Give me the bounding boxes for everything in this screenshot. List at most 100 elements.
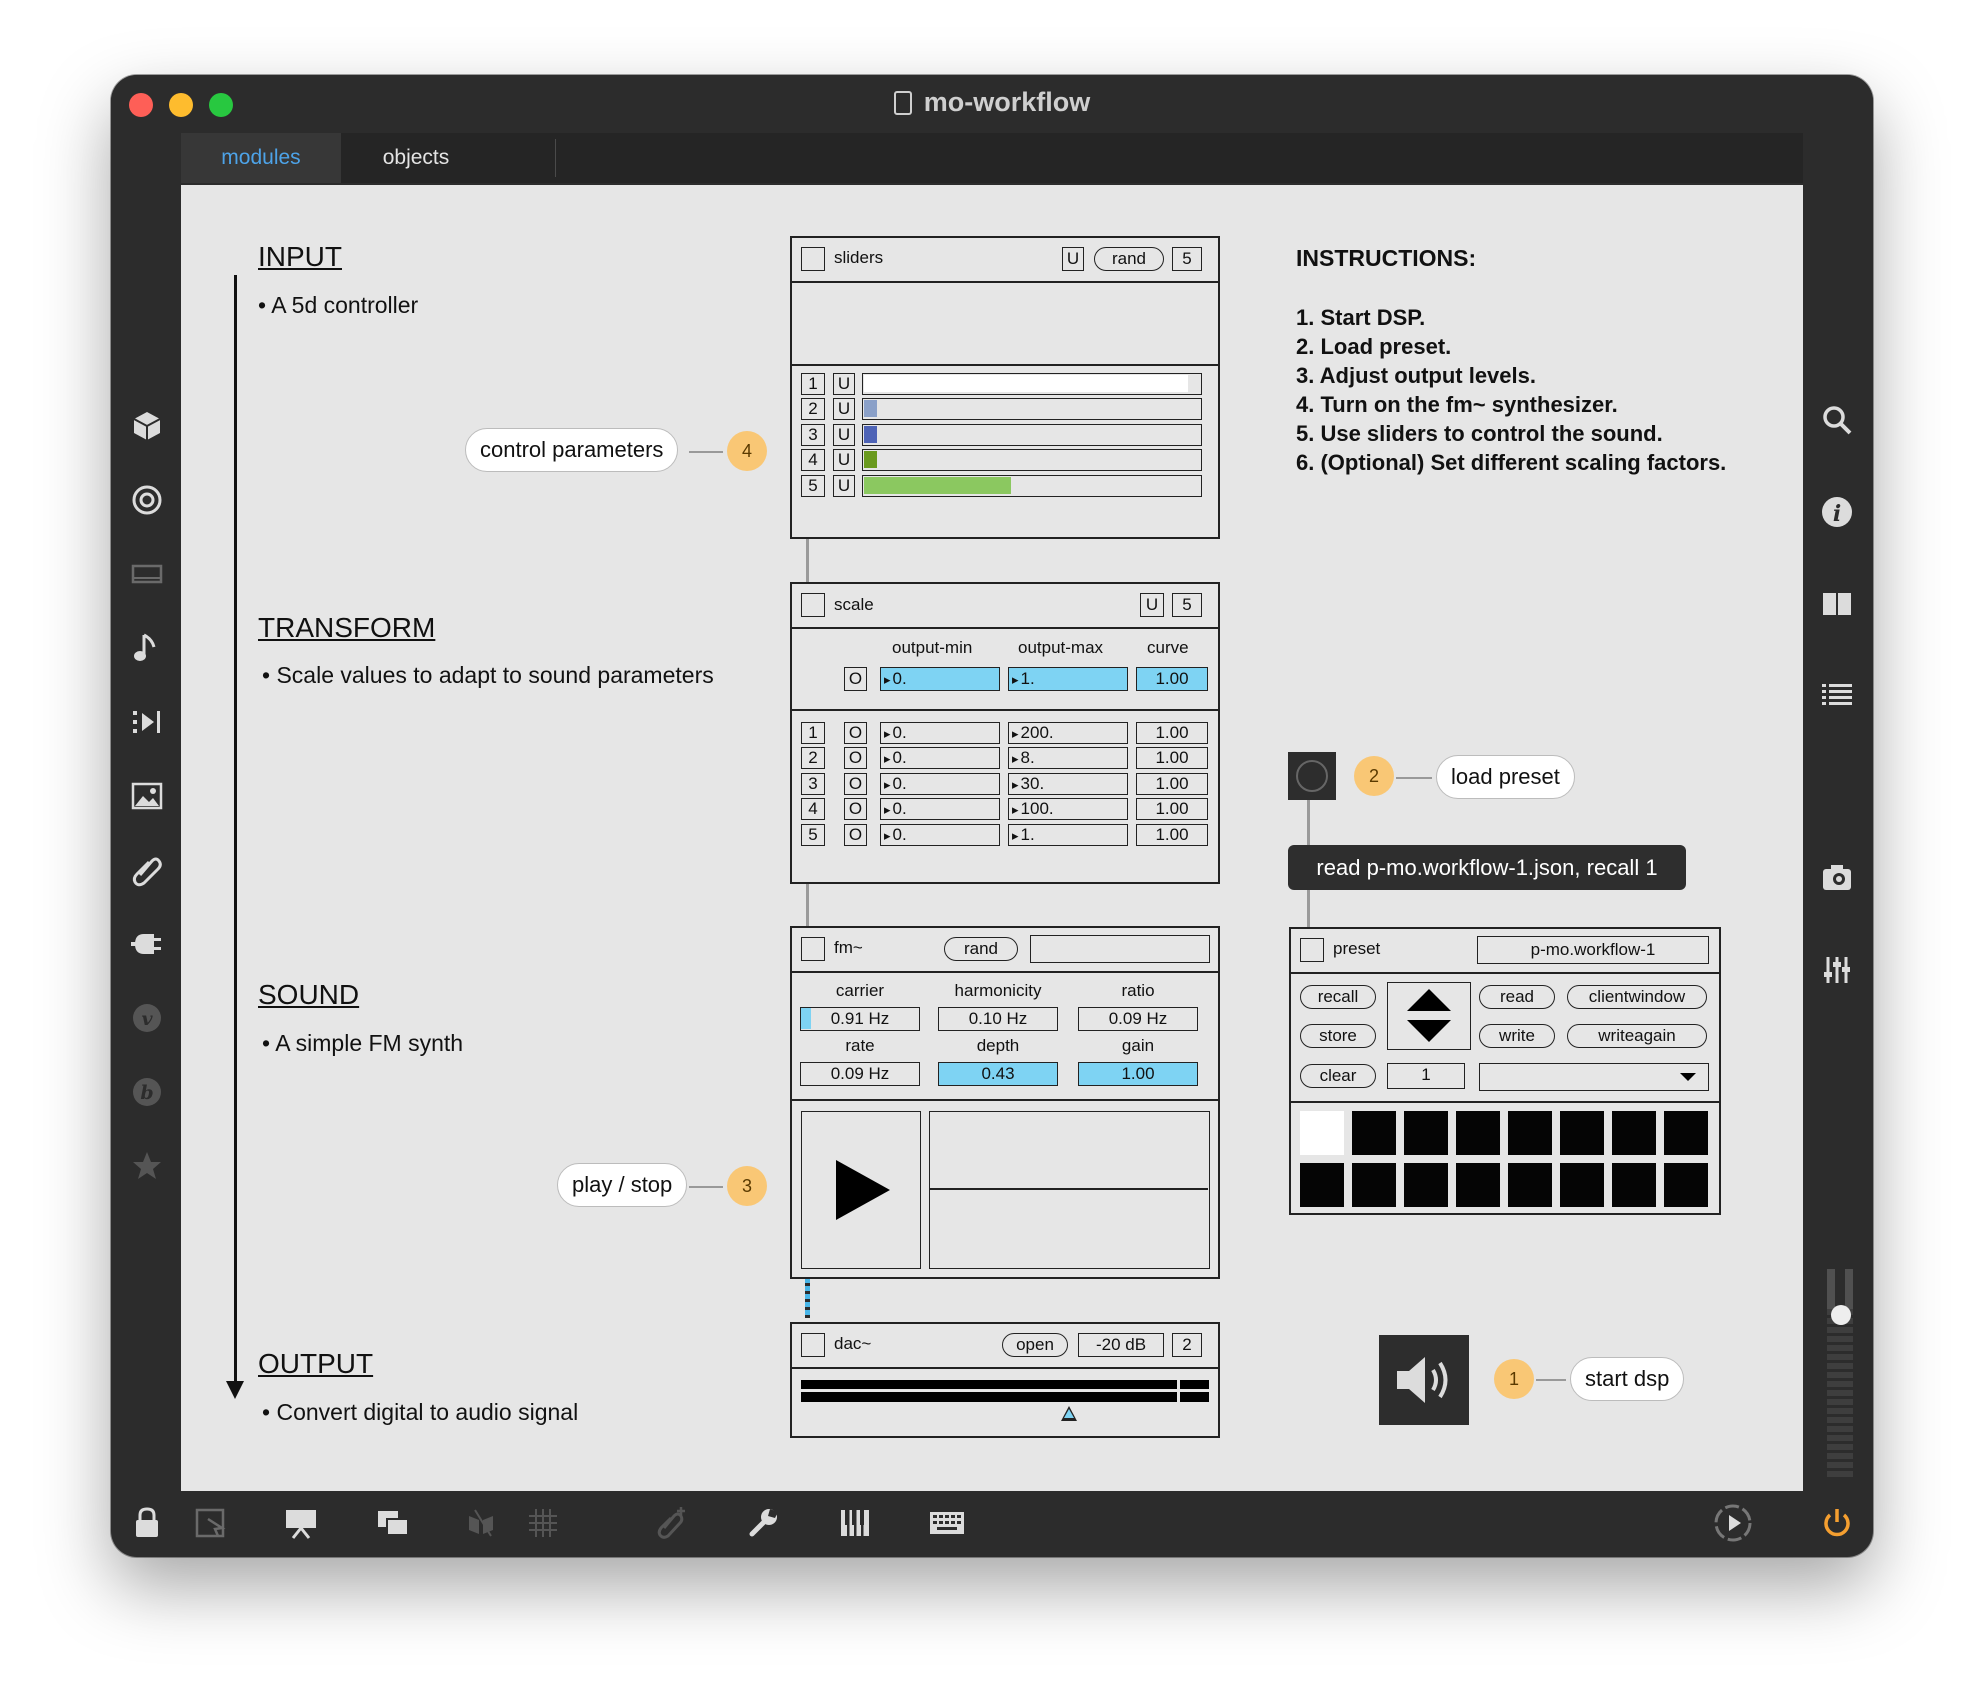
slider-bar[interactable]: [862, 423, 1202, 446]
carrier-field[interactable]: 0.91 Hz: [800, 1007, 920, 1031]
scale-row-o-button[interactable]: O: [844, 823, 867, 846]
mixer-icon[interactable]: [1815, 948, 1859, 992]
power-icon[interactable]: [1815, 1501, 1859, 1545]
presentation-icon[interactable]: [279, 1501, 323, 1545]
piano-keys-icon[interactable]: [833, 1501, 877, 1545]
scale-row-curve-field[interactable]: 1.00: [1136, 798, 1208, 821]
slider-u-button[interactable]: U: [833, 398, 855, 421]
cube-icon[interactable]: [125, 404, 169, 448]
preset-slot[interactable]: [1456, 1111, 1500, 1155]
add-paperclip-icon[interactable]: [649, 1501, 693, 1545]
scale-u-button[interactable]: U: [1140, 593, 1164, 617]
lock-icon[interactable]: [125, 1501, 169, 1545]
preset-slot-number[interactable]: 1: [1387, 1063, 1465, 1089]
recall-button[interactable]: recall: [1300, 985, 1376, 1009]
preset-slot[interactable]: [1404, 1163, 1448, 1207]
master-o-button[interactable]: O: [844, 667, 867, 691]
arrow-up-icon[interactable]: [1407, 989, 1451, 1011]
sliders-count-box[interactable]: 5: [1172, 247, 1202, 271]
dac-channels-box[interactable]: 2: [1172, 1333, 1202, 1357]
preset-slot[interactable]: [1560, 1163, 1604, 1207]
panel-icon[interactable]: [125, 552, 169, 596]
scale-row-o-button[interactable]: O: [844, 772, 867, 795]
preset-slot[interactable]: [1612, 1111, 1656, 1155]
dac-db-box[interactable]: -20 dB: [1078, 1333, 1164, 1357]
preset-slot[interactable]: [1560, 1111, 1604, 1155]
sliders-u-button[interactable]: U: [1062, 247, 1084, 271]
vizzie-icon[interactable]: v: [125, 996, 169, 1040]
preset-dropdown[interactable]: [1479, 1063, 1709, 1091]
slider-u-button[interactable]: U: [833, 373, 855, 395]
slider-bar[interactable]: [862, 398, 1202, 421]
paperclip-icon[interactable]: [125, 848, 169, 892]
write-button[interactable]: write: [1479, 1024, 1555, 1048]
preset-enable-toggle[interactable]: [1300, 938, 1324, 962]
media-play-icon[interactable]: [125, 700, 169, 744]
tab-modules[interactable]: modules: [181, 133, 341, 183]
wrench-icon[interactable]: [741, 1501, 785, 1545]
sliders-enable-toggle[interactable]: [801, 247, 825, 271]
depth-field[interactable]: 0.43: [938, 1062, 1058, 1086]
fm-message-field[interactable]: [1030, 935, 1210, 963]
clear-button[interactable]: clear: [1300, 1064, 1376, 1088]
scale-row-max-field[interactable]: 30.: [1008, 772, 1128, 795]
scale-row-min-field[interactable]: 0.: [880, 747, 1000, 770]
slider-u-button[interactable]: U: [833, 423, 855, 446]
windows-icon[interactable]: [371, 1501, 415, 1545]
load-preset-button[interactable]: [1288, 752, 1336, 800]
read-recall-message[interactable]: read p-mo.workflow-1.json, recall 1: [1288, 845, 1686, 890]
scale-row-o-button[interactable]: O: [844, 798, 867, 821]
preset-slot[interactable]: [1664, 1111, 1708, 1155]
slider-bar[interactable]: [862, 449, 1202, 472]
preset-arrows[interactable]: [1387, 982, 1471, 1050]
fader-knob[interactable]: [1831, 1305, 1851, 1325]
scale-row-max-field[interactable]: 100.: [1008, 798, 1128, 821]
scale-row-o-button[interactable]: O: [844, 747, 867, 770]
music-note-icon[interactable]: [125, 626, 169, 670]
snap-icon[interactable]: [461, 1501, 505, 1545]
target-icon[interactable]: [125, 478, 169, 522]
volume-fader[interactable]: [1823, 1269, 1859, 1479]
scale-count-box[interactable]: 5: [1172, 593, 1202, 617]
read-button[interactable]: read: [1479, 985, 1555, 1009]
slider-u-button[interactable]: U: [833, 474, 855, 497]
scale-row-min-field[interactable]: 0.: [880, 722, 1000, 744]
fm-rand-button[interactable]: rand: [944, 937, 1018, 961]
gain-field[interactable]: 1.00: [1078, 1062, 1198, 1086]
book-icon[interactable]: [1815, 582, 1859, 626]
preset-slot[interactable]: [1352, 1163, 1396, 1207]
camera-icon[interactable]: [1815, 856, 1859, 900]
master-min-field[interactable]: 0.: [880, 667, 1000, 691]
store-button[interactable]: store: [1300, 1024, 1376, 1048]
scale-row-curve-field[interactable]: 1.00: [1136, 747, 1208, 770]
list-icon[interactable]: [1815, 674, 1859, 718]
scale-row-max-field[interactable]: 1.: [1008, 823, 1128, 846]
ratio-field[interactable]: 0.09 Hz: [1078, 1007, 1198, 1031]
scale-row-min-field[interactable]: 0.: [880, 798, 1000, 821]
master-max-field[interactable]: 1.: [1008, 667, 1128, 691]
slider-u-button[interactable]: U: [833, 449, 855, 472]
play-stop-button[interactable]: [801, 1111, 921, 1269]
sliders-rand-button[interactable]: rand: [1094, 247, 1164, 271]
star-icon[interactable]: [125, 1144, 169, 1188]
transport-play-icon[interactable]: [1711, 1501, 1755, 1545]
preset-slot[interactable]: [1404, 1111, 1448, 1155]
search-icon[interactable]: [1815, 398, 1859, 442]
preset-slot[interactable]: [1664, 1163, 1708, 1207]
clientwindow-button[interactable]: clientwindow: [1567, 985, 1707, 1009]
preset-slot[interactable]: [1508, 1111, 1552, 1155]
scale-row-curve-field[interactable]: 1.00: [1136, 772, 1208, 795]
preset-slot[interactable]: [1456, 1163, 1500, 1207]
writeagain-button[interactable]: writeagain: [1567, 1024, 1707, 1048]
scale-row-min-field[interactable]: 0.: [880, 772, 1000, 795]
keyboard-icon[interactable]: [925, 1501, 969, 1545]
patcher-canvas[interactable]: INPUT A 5d controller TRANSFORM Scale va…: [181, 185, 1803, 1491]
scale-row-max-field[interactable]: 8.: [1008, 747, 1128, 770]
ezdac-button[interactable]: [1379, 1335, 1469, 1425]
image-icon[interactable]: [125, 774, 169, 818]
dac-open-button[interactable]: open: [1002, 1333, 1068, 1357]
preset-name-box[interactable]: p-mo.workflow-1: [1477, 936, 1709, 964]
fm-enable-toggle[interactable]: [801, 937, 825, 961]
grid-icon[interactable]: [521, 1501, 565, 1545]
scale-row-curve-field[interactable]: 1.00: [1136, 722, 1208, 744]
